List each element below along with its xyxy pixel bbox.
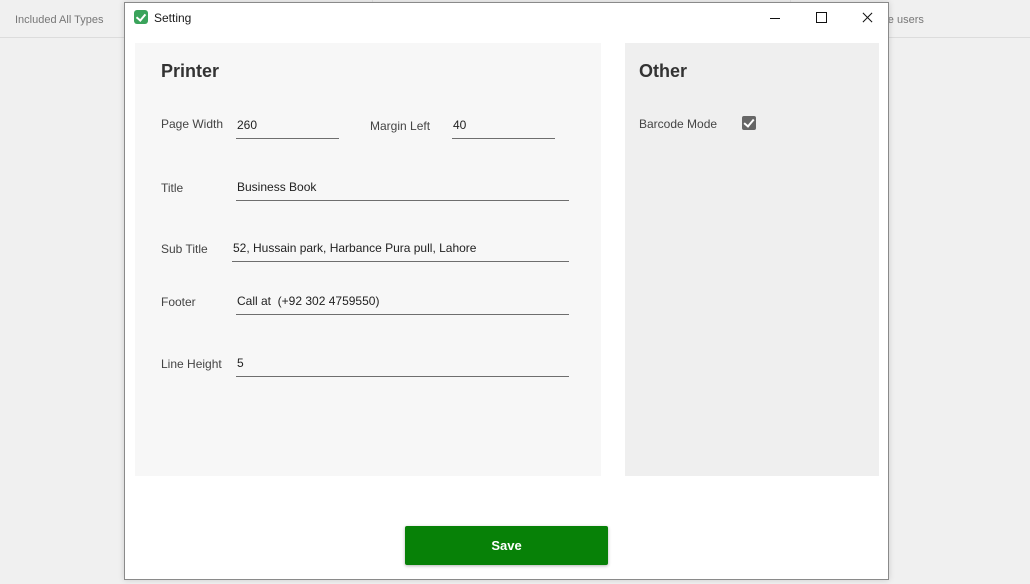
sub-title-input[interactable] (232, 234, 569, 261)
barcode-mode-label: Barcode Mode (639, 117, 718, 131)
minimize-button[interactable] (752, 3, 798, 33)
page-width-label: Page Width (161, 117, 224, 131)
title-field[interactable] (236, 173, 569, 201)
title-input[interactable] (236, 173, 569, 200)
background-filter-label: Included All Types (15, 14, 104, 26)
line-height-field[interactable] (236, 349, 569, 377)
save-button[interactable]: Save (405, 526, 608, 565)
line-height-label: Line Height (161, 357, 222, 371)
footer-input[interactable] (236, 287, 569, 314)
printer-section-title: Printer (161, 61, 220, 81)
page-width-field[interactable] (236, 111, 339, 139)
maximize-button[interactable] (798, 3, 844, 33)
margin-left-input[interactable] (452, 111, 555, 138)
window-title: Setting (154, 11, 192, 25)
title-label: Title (161, 181, 184, 195)
sub-title-field[interactable] (232, 234, 569, 262)
barcode-mode-checkbox[interactable] (742, 116, 756, 130)
printer-panel: Printer Page Width Margin Left Title Sub… (135, 43, 601, 476)
footer-label: Footer (161, 295, 196, 309)
title-bar[interactable]: Setting (125, 3, 888, 33)
other-panel: Other Barcode Mode (625, 43, 879, 476)
close-button[interactable] (844, 3, 890, 33)
sub-title-label: Sub Title (161, 242, 208, 256)
footer-field[interactable] (236, 287, 569, 315)
check-shield-icon (134, 10, 148, 24)
settings-dialog: Setting Printer Page Width Margin Left T… (124, 2, 889, 580)
line-height-input[interactable] (236, 349, 569, 376)
other-section-title: Other (639, 61, 688, 81)
margin-left-label: Margin Left (370, 119, 431, 133)
margin-left-field[interactable] (452, 111, 555, 139)
page-width-input[interactable] (236, 111, 339, 138)
